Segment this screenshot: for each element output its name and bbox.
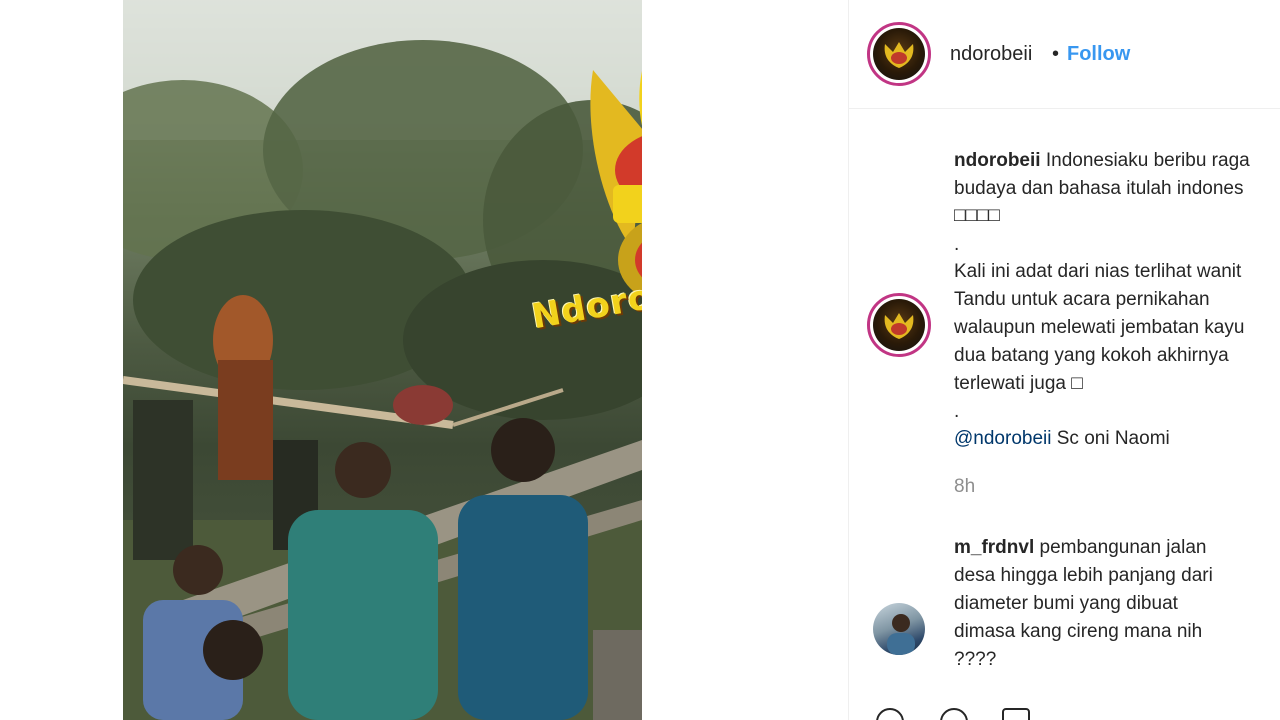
comment-first-line: m_frdnvl pembangunan jalan bbox=[954, 534, 1206, 562]
follow-separator: • bbox=[1052, 43, 1060, 65]
comment-text-line: diameter bumi yang dibuat bbox=[954, 593, 1178, 614]
comment-username[interactable]: m_frdnvl bbox=[954, 537, 1034, 558]
comment-text-line: pembangunan jalan bbox=[1039, 537, 1207, 558]
follow-button[interactable]: Follow bbox=[1067, 43, 1130, 66]
share-icon[interactable] bbox=[1002, 708, 1030, 720]
person-photo-icon bbox=[887, 614, 915, 655]
caption-credit: Sc oni Naomi bbox=[1051, 428, 1170, 449]
commenter-avatar[interactable] bbox=[873, 603, 925, 655]
caption-text-line: terlewati juga □ bbox=[954, 373, 1083, 394]
caption-text-line: Tandu untuk acara pernikahan bbox=[954, 289, 1210, 310]
comment-text-line: dimasa kang cireng mana nih bbox=[954, 621, 1203, 642]
header-username[interactable]: ndorobeii bbox=[950, 43, 1032, 66]
caption-credit-line: @ndorobeii Sc oni Naomi bbox=[954, 425, 1170, 453]
post-time-ago[interactable]: 8h bbox=[954, 476, 975, 498]
caption-text-line: Kali ini adat dari nias terlihat wanit bbox=[954, 261, 1242, 282]
caption-text-line: □□□□ bbox=[954, 205, 1000, 226]
comment-text-line: ???? bbox=[954, 649, 997, 670]
post-media-pane: NdoroBeii bbox=[0, 0, 848, 720]
caption-username[interactable]: ndorobeii bbox=[954, 150, 1041, 171]
caption-avatar[interactable] bbox=[867, 293, 931, 357]
post-video[interactable]: NdoroBeii bbox=[123, 0, 642, 720]
account-avatar[interactable] bbox=[867, 22, 931, 86]
caption-text-line: . bbox=[954, 401, 960, 422]
video-frame-illustration bbox=[123, 0, 642, 720]
caption-first-line: ndorobeii Indonesiaku beribu raga bbox=[954, 147, 1250, 175]
caption-text-line: budaya dan bahasa itulah indones bbox=[954, 178, 1244, 199]
comment-text-line: desa hingga lebih panjang dari bbox=[954, 565, 1213, 586]
caption-mention-link[interactable]: @ndorobeii bbox=[954, 428, 1051, 449]
eagle-crest-icon bbox=[873, 28, 925, 80]
caption-text-line: walaupun melewati jembatan kayu bbox=[954, 317, 1245, 338]
eagle-crest-icon bbox=[873, 299, 925, 351]
caption-text-line: Indonesiaku beribu raga bbox=[1045, 150, 1250, 171]
caption-text-line: . bbox=[954, 234, 960, 255]
caption-text-line: dua batang yang kokoh akhirnya bbox=[954, 345, 1229, 366]
